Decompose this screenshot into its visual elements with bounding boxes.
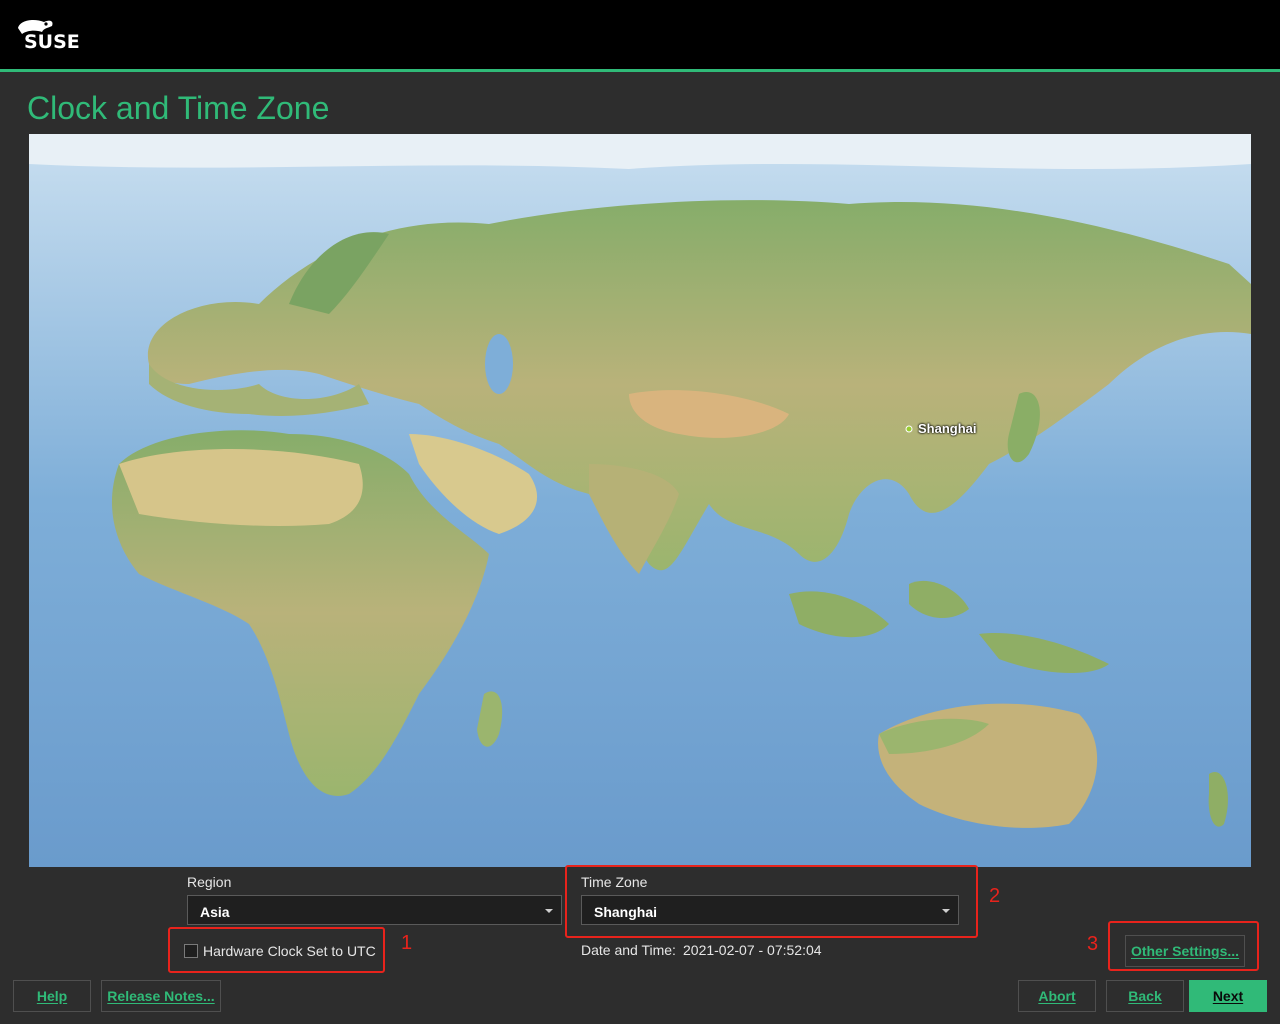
callout-number-1: 1 <box>401 932 413 954</box>
callout-number-3: 3 <box>1087 933 1099 955</box>
datetime-label: Date and Time: <box>581 942 676 958</box>
chevron-down-icon <box>545 909 553 913</box>
region-select-value: Asia <box>200 904 230 920</box>
top-bar: SUSE <box>0 0 1280 72</box>
next-button[interactable]: Next <box>1189 980 1267 1012</box>
region-select[interactable]: Asia <box>187 895 562 925</box>
help-button[interactable]: Help <box>13 980 91 1012</box>
callout-box-3 <box>1108 921 1259 971</box>
page-title: Clock and Time Zone <box>27 90 330 126</box>
datetime-value: 2021-02-07 - 07:52:04 <box>683 942 822 958</box>
world-map-image <box>29 134 1251 867</box>
callout-box-1 <box>168 927 385 973</box>
brand-wordmark: SUSE <box>24 31 80 53</box>
back-button[interactable]: Back <box>1106 980 1184 1012</box>
abort-button[interactable]: Abort <box>1018 980 1096 1012</box>
world-timezone-map[interactable]: Shanghai <box>29 134 1251 867</box>
callout-number-2: 2 <box>989 885 1001 907</box>
region-label: Region <box>187 874 232 890</box>
callout-box-2 <box>565 865 978 938</box>
release-notes-button[interactable]: Release Notes... <box>101 980 221 1012</box>
map-city-label: Shanghai <box>918 421 977 436</box>
